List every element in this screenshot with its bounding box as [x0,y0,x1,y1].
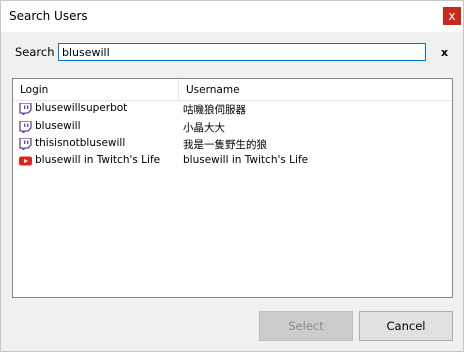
users-list[interactable]: Login Username blusewillsuperbot 咕嘰狼伺服器 … [12,78,453,298]
cancel-button[interactable]: Cancel [359,311,453,341]
row-login: thisisnotblusewill [35,137,126,149]
twitch-icon [19,121,32,133]
list-item[interactable]: blusewill in Twitch's Life blusewill in … [13,153,452,170]
youtube-icon [19,156,32,166]
search-label: Search [15,45,55,59]
column-header-login[interactable]: Login [20,84,48,96]
close-icon: x [448,9,456,23]
select-button[interactable]: Select [259,311,353,341]
window-title: Search Users [9,9,88,23]
row-username: 咕嘰狼伺服器 [183,104,246,116]
column-divider[interactable] [178,79,179,100]
row-username: 我是一隻野生的狼 [183,139,267,151]
row-username: blusewill in Twitch's Life [183,154,309,166]
row-login: blusewillsuperbot [35,102,128,114]
twitch-icon [19,103,32,115]
row-login: blusewill [35,120,81,132]
list-item[interactable]: blusewillsuperbot 咕嘰狼伺服器 [13,101,452,118]
row-login: blusewill in Twitch's Life [35,154,161,166]
title-bar: Search Users x [1,1,463,32]
twitch-icon [19,138,32,150]
list-item[interactable]: thisisnotblusewill 我是一隻野生的狼 [13,136,452,153]
search-users-dialog: Search Users x Search x Login Username b… [0,0,464,352]
list-header: Login Username [13,79,452,101]
close-button[interactable]: x [443,7,461,25]
clear-search-icon[interactable]: x [441,46,448,59]
row-username: 小晶大大 [183,122,225,134]
search-input[interactable] [58,43,426,61]
column-header-username[interactable]: Username [186,84,240,96]
list-item[interactable]: blusewill 小晶大大 [13,119,452,136]
